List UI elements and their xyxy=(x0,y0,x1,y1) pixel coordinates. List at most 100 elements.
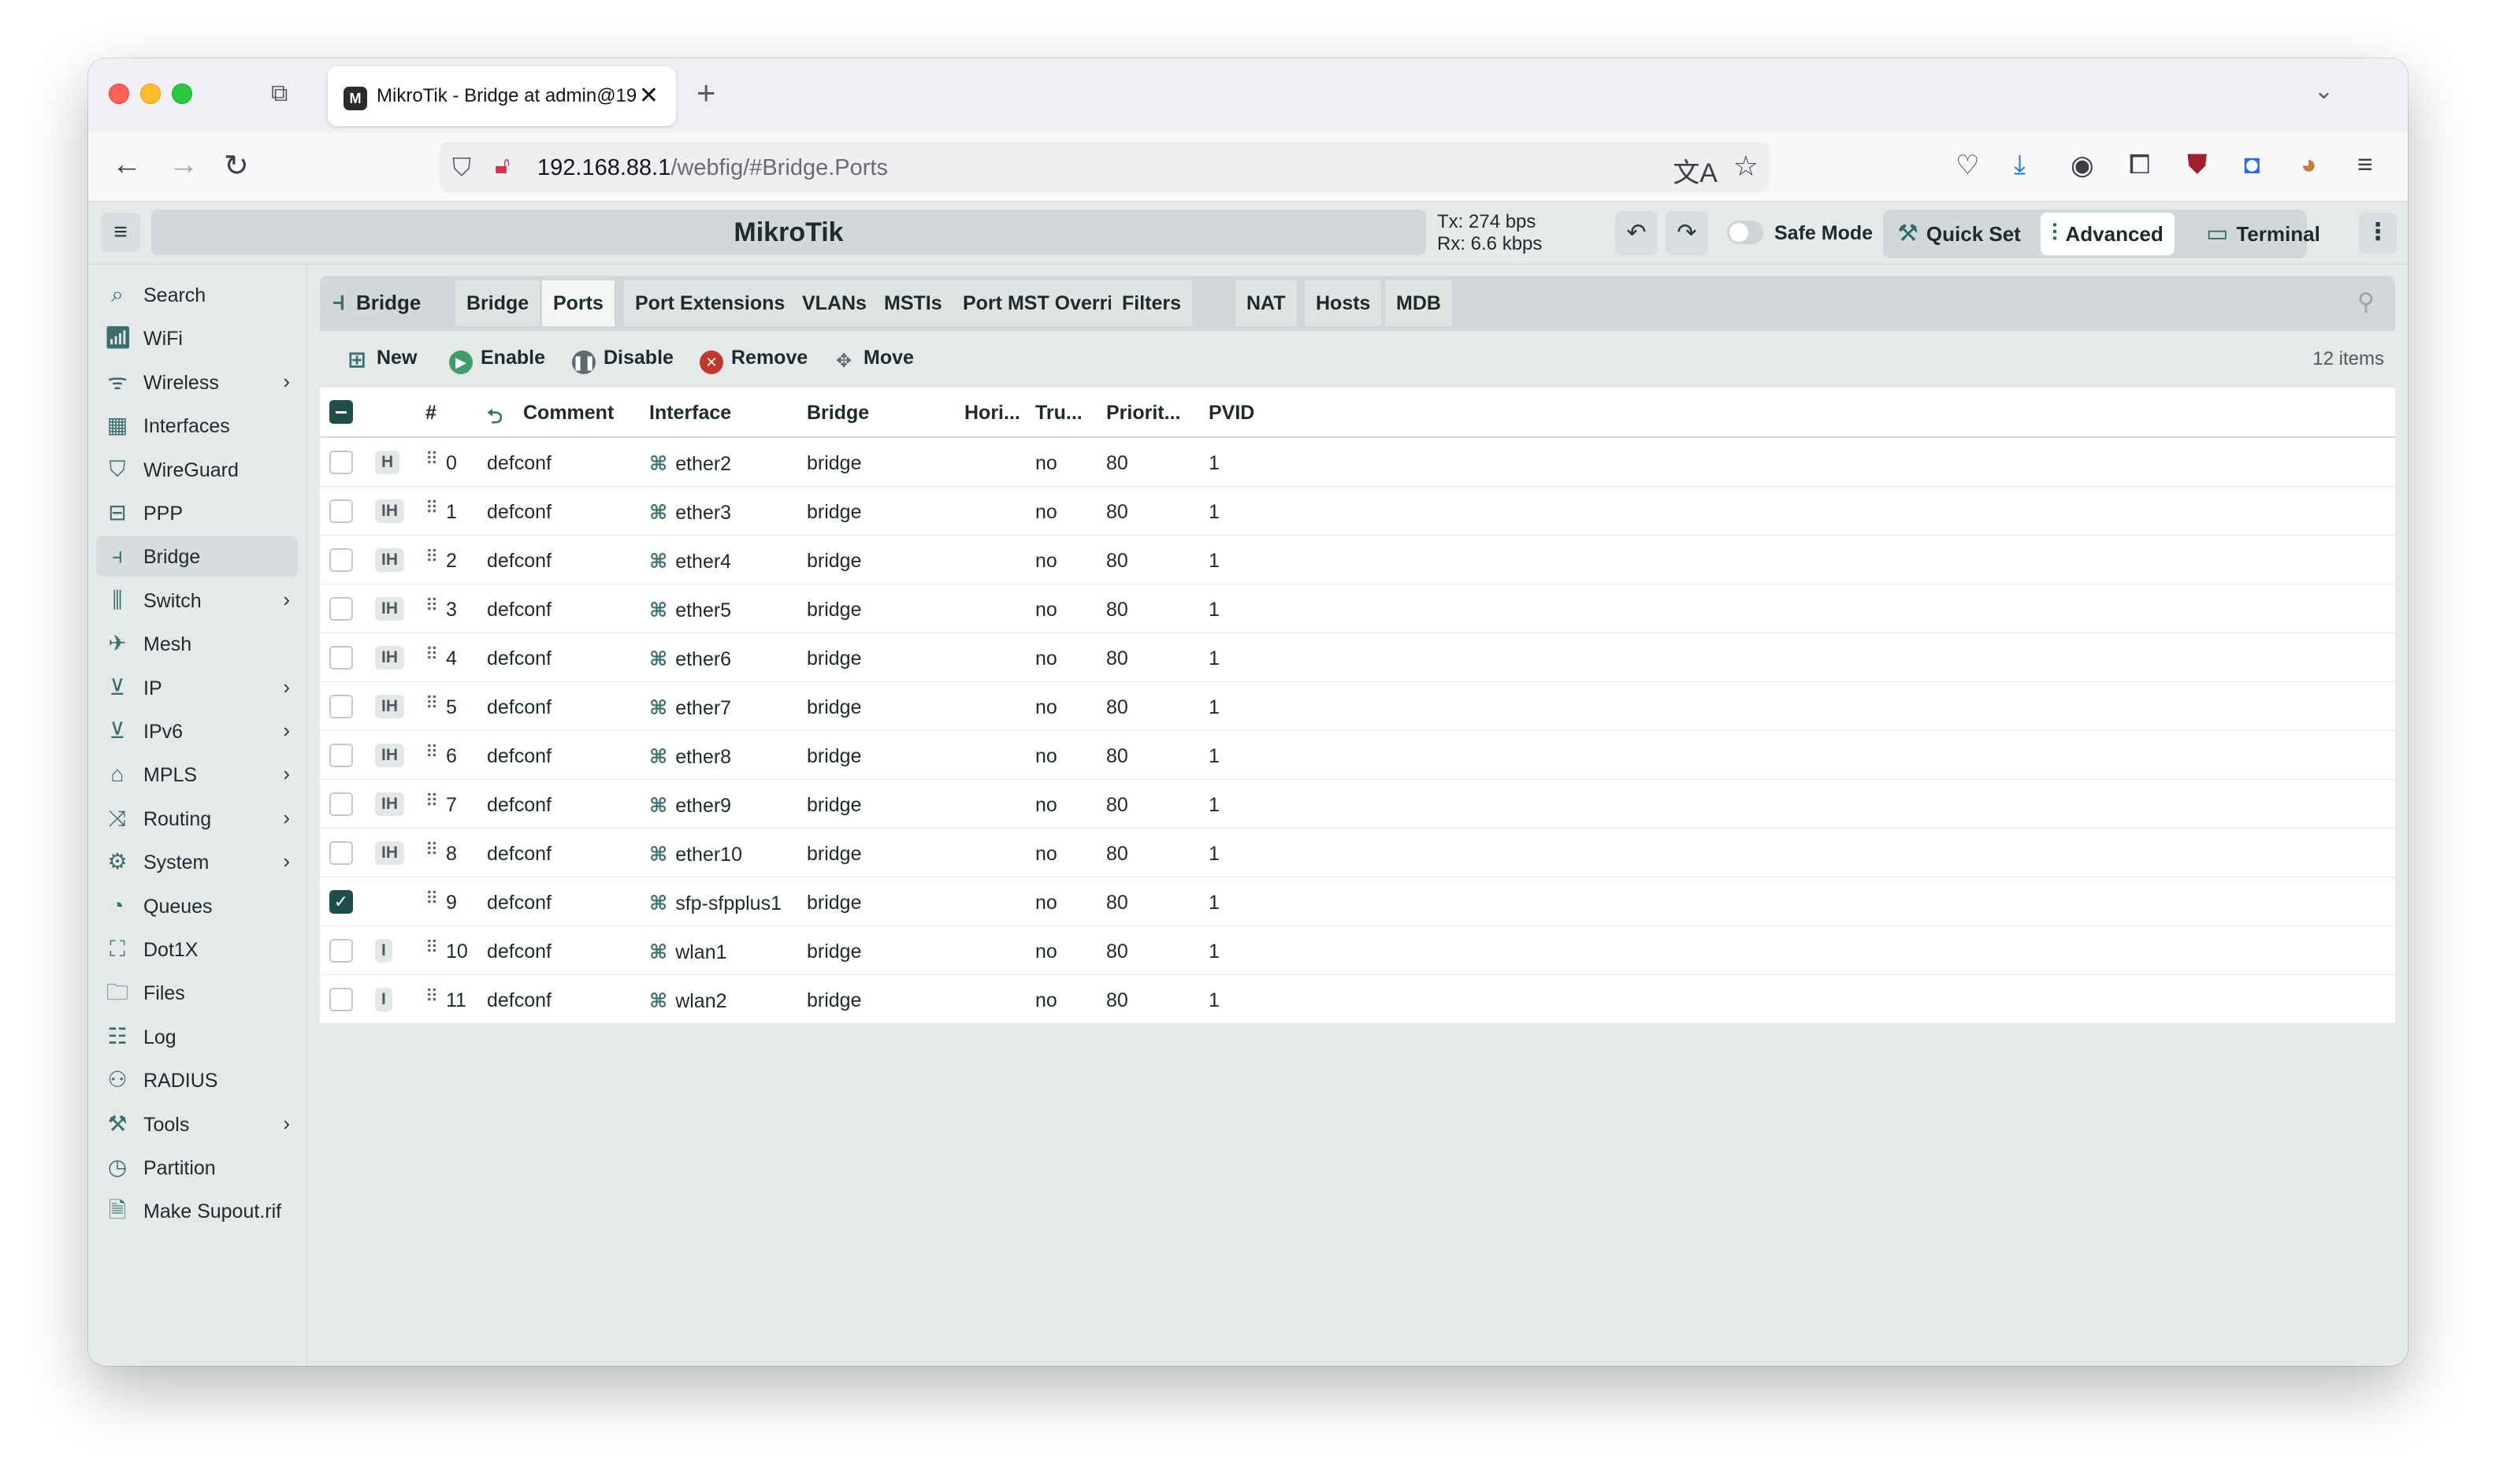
minimize-window-button[interactable] xyxy=(140,83,161,104)
sidebar-item-log[interactable]: ☷ Log xyxy=(96,1016,298,1057)
new-tab-icon[interactable]: + xyxy=(696,74,716,112)
sidebar-item-routing[interactable]: ⤨ Routing › xyxy=(96,798,298,839)
safe-mode-switch[interactable] xyxy=(1727,221,1763,244)
ublock-icon[interactable]: ⛊ xyxy=(2187,150,2208,180)
sidebar-item-radius[interactable]: ⚇ RADIUS xyxy=(96,1059,298,1100)
sidebar-item-mpls[interactable]: ⌂ MPLS › xyxy=(96,754,298,795)
drag-handle-icon[interactable]: ⠿ xyxy=(425,840,438,860)
row-checkbox[interactable] xyxy=(329,841,353,865)
row-checkbox[interactable] xyxy=(329,744,353,767)
sidebar-item-make-supout-rif[interactable]: 🗎︎ Make Supout.rif xyxy=(96,1190,298,1231)
sidebar-item-mesh[interactable]: ✈︎ Mesh xyxy=(96,623,298,664)
downloads-icon[interactable]: ⤓ xyxy=(2014,150,2026,180)
tab-nat[interactable]: NAT xyxy=(1235,280,1298,326)
table-row[interactable]: I ⠿ 10 defconf ⌘ wlan1 bridge no 80 1 xyxy=(320,926,2395,975)
col-bridge[interactable]: Bridge xyxy=(807,402,869,425)
drag-handle-icon[interactable]: ⠿ xyxy=(425,498,438,518)
browser-tab-active[interactable]: M MikroTik - Bridge at admin@192 ✕ xyxy=(328,66,676,126)
tracking-shield-icon[interactable]: ⛉ xyxy=(452,153,471,183)
drag-handle-icon[interactable]: ⠿ xyxy=(425,547,438,567)
extensions-icon[interactable]: ⧠ xyxy=(2129,150,2150,180)
row-checkbox[interactable] xyxy=(329,597,353,621)
sidebar-item-ipv6[interactable]: ⊻ IPv6 › xyxy=(96,710,298,751)
pocket-icon[interactable]: ♡ xyxy=(1956,150,1979,181)
drag-handle-icon[interactable]: ⠿ xyxy=(425,644,438,665)
drag-handle-icon[interactable]: ⠿ xyxy=(425,742,438,762)
maximize-window-button[interactable] xyxy=(172,83,192,104)
tab-vlans[interactable]: VLANs xyxy=(791,280,878,326)
drag-handle-icon[interactable]: ⠿ xyxy=(425,693,438,714)
sidebar-item-tools[interactable]: ⚒︎ Tools › xyxy=(96,1104,298,1145)
row-checkbox[interactable] xyxy=(329,646,353,670)
select-all-checkbox[interactable] xyxy=(329,400,353,424)
url-bar[interactable]: ⛉ 🔓︎ 192.168.88.1/webfig/#Bridge.Ports 文… xyxy=(440,142,1770,192)
table-row[interactable]: IH ⠿ 5 defconf ⌘ ether7 bridge no 80 1 xyxy=(320,682,2395,731)
remove-button[interactable]: ✕ Remove xyxy=(700,347,808,374)
comment-sort-icon[interactable]: ⮌ xyxy=(487,402,503,436)
tab-mstis[interactable]: MSTIs xyxy=(873,280,954,326)
extension-d-icon[interactable]: ◘ xyxy=(2244,150,2260,180)
enable-button[interactable]: ▶ Enable xyxy=(449,347,545,374)
sidebar-item-files[interactable]: 🗀︎ Files xyxy=(96,972,298,1013)
table-row[interactable]: IH ⠿ 7 defconf ⌘ ether9 bridge no 80 1 xyxy=(320,780,2395,829)
tab-filters[interactable]: Filters xyxy=(1111,280,1194,326)
drag-handle-icon[interactable]: ⠿ xyxy=(425,449,438,469)
table-row[interactable]: I ⠿ 11 defconf ⌘ wlan2 bridge no 80 1 xyxy=(320,975,2395,1024)
move-button[interactable]: ✥ Move xyxy=(832,347,914,373)
row-checkbox[interactable] xyxy=(329,499,353,523)
tab-overview-icon[interactable]: ⧉ xyxy=(271,80,298,107)
reload-icon[interactable]: ↻ xyxy=(224,148,249,184)
new-button[interactable]: ⊞ New xyxy=(345,347,417,372)
menu-toggle-icon[interactable]: ≡ xyxy=(101,213,140,252)
sidebar-item-dot1x[interactable]: ⛶ Dot1X xyxy=(96,929,298,970)
tab-hosts[interactable]: Hosts xyxy=(1305,280,1383,326)
sidebar-item-wireless[interactable]: ᯤ Wireless › xyxy=(96,362,298,403)
row-checkbox[interactable] xyxy=(329,939,353,963)
drag-handle-icon[interactable]: ⠿ xyxy=(425,986,438,1007)
extension-cookie-icon[interactable]: ◕ xyxy=(2301,150,2317,180)
disable-button[interactable]: ❚❚ Disable xyxy=(572,347,674,374)
drag-handle-icon[interactable]: ⠿ xyxy=(425,889,438,909)
sidebar-item-search[interactable]: ⌕ Search xyxy=(96,274,298,315)
drag-handle-icon[interactable]: ⠿ xyxy=(425,791,438,811)
sidebar-item-queues[interactable]: ◔ Queues xyxy=(96,885,298,926)
col-number[interactable]: # xyxy=(425,402,436,425)
col-priority[interactable]: Priorit... xyxy=(1106,402,1180,425)
advanced-button[interactable]: ⫶ Advanced xyxy=(2041,213,2175,255)
undo-icon[interactable]: ↶ xyxy=(1615,211,1658,255)
table-row[interactable]: H ⠿ 0 defconf ⌘ ether2 bridge no 80 1 xyxy=(320,438,2395,487)
tab-mdb[interactable]: MDB xyxy=(1385,280,1453,326)
sidebar-item-wireguard[interactable]: ⛉ WireGuard xyxy=(96,449,298,490)
tab-port-extensions[interactable]: Port Extensions xyxy=(624,280,797,326)
close-tab-icon[interactable]: ✕ xyxy=(639,82,659,109)
col-pvid[interactable]: PVID xyxy=(1209,402,1254,425)
account-icon[interactable]: ◉ xyxy=(2071,150,2094,181)
url-text[interactable]: 192.168.88.1/webfig/#Bridge.Ports xyxy=(537,155,888,181)
insecure-lock-icon[interactable]: 🔓︎ xyxy=(495,153,510,180)
sidebar-item-wifi[interactable]: 📶︎ WiFi xyxy=(96,317,298,358)
table-row[interactable]: IH ⠿ 4 defconf ⌘ ether6 bridge no 80 1 xyxy=(320,633,2395,682)
tab-bridge[interactable]: Bridge xyxy=(455,280,541,326)
forward-arrow-icon[interactable]: → xyxy=(169,148,199,182)
sidebar-item-bridge[interactable]: ⫞ Bridge xyxy=(96,536,298,577)
tab-ports[interactable]: Ports xyxy=(542,280,615,326)
sidebar-item-ip[interactable]: ⊻ IP › xyxy=(96,667,298,708)
table-row[interactable]: ✓ ⠿ 9 defconf ⌘ sfp-sfpplus1 bridge no 80 1 xyxy=(320,877,2395,926)
table-row[interactable]: IH ⠿ 6 defconf ⌘ ether8 bridge no 80 1 xyxy=(320,731,2395,780)
translate-icon[interactable]: 文A xyxy=(1673,151,1718,190)
close-window-button[interactable] xyxy=(109,83,129,104)
pin-icon[interactable]: ⚲ xyxy=(2357,288,2375,316)
col-trusted[interactable]: Tru... xyxy=(1035,402,1083,425)
sidebar-item-ppp[interactable]: ⊟ PPP xyxy=(96,492,298,533)
terminal-button[interactable]: ▭ Terminal xyxy=(2195,213,2331,255)
col-horizon[interactable]: Hori... xyxy=(964,402,1020,425)
row-checkbox[interactable] xyxy=(329,548,353,572)
row-checkbox[interactable] xyxy=(329,792,353,816)
more-options-icon[interactable]: ⋮ xyxy=(2359,213,2397,254)
row-checkbox[interactable] xyxy=(329,451,353,474)
sidebar-item-partition[interactable]: ◷ Partition xyxy=(96,1147,298,1188)
col-comment[interactable]: Comment xyxy=(523,402,614,425)
chevron-down-icon[interactable]: ⌄ xyxy=(2314,77,2334,105)
row-checkbox[interactable]: ✓ xyxy=(329,890,353,914)
back-arrow-icon[interactable]: ← xyxy=(112,148,142,182)
